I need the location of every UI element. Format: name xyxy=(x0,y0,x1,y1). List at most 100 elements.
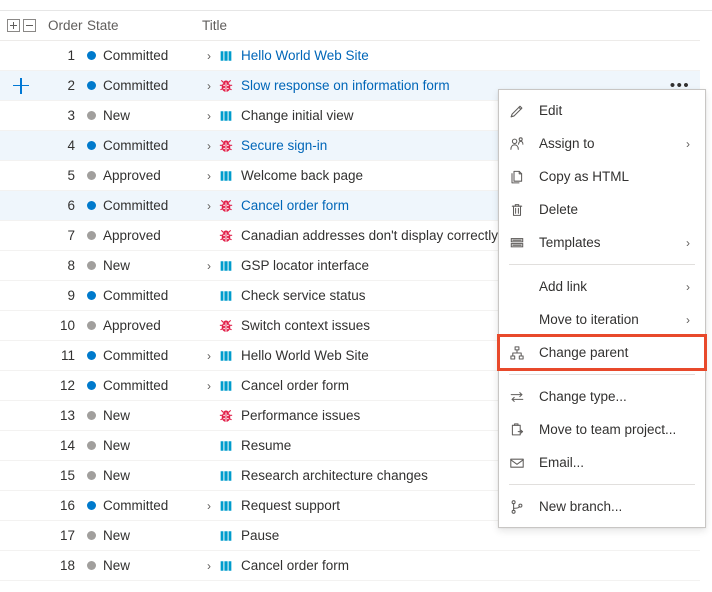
backlog-item-icon xyxy=(218,378,234,394)
cell-state: Committed xyxy=(87,138,202,153)
row-add-child-cell xyxy=(0,77,42,94)
state-dot-icon xyxy=(87,441,96,450)
chevron-right-icon[interactable]: › xyxy=(202,379,216,393)
work-item-title-link[interactable]: Cancel order form xyxy=(241,198,349,213)
backlog-item-icon xyxy=(218,528,234,544)
state-label: New xyxy=(103,108,131,123)
cell-state: Committed xyxy=(87,348,202,363)
work-item-title-link[interactable]: Cancel order form xyxy=(241,378,349,393)
cell-order: 5 xyxy=(67,168,75,183)
submenu-chevron-icon: › xyxy=(686,279,690,294)
menu-item-assign-to[interactable]: Assign to › xyxy=(499,127,705,160)
chevron-right-icon[interactable]: › xyxy=(202,559,216,573)
state-dot-icon xyxy=(87,171,96,180)
chevron-right-icon[interactable]: › xyxy=(202,49,216,63)
menu-separator xyxy=(509,264,695,265)
work-item-title-link[interactable]: Hello World Web Site xyxy=(241,48,369,63)
chevron-right-icon[interactable]: › xyxy=(202,199,216,213)
mail-icon xyxy=(507,455,527,471)
work-item-title-link[interactable]: Pause xyxy=(241,528,279,543)
chevron-right-icon[interactable]: › xyxy=(202,349,216,363)
bug-icon xyxy=(218,408,234,424)
work-item-title-link[interactable]: Welcome back page xyxy=(241,168,363,183)
state-dot-icon xyxy=(87,291,96,300)
work-item-title-link[interactable]: Request support xyxy=(241,498,340,513)
bug-icon xyxy=(218,198,234,214)
menu-item-templates[interactable]: Templates › xyxy=(499,226,705,259)
backlog-item-icon xyxy=(218,48,234,64)
work-item-title-link[interactable]: Switch context issues xyxy=(241,318,370,333)
cell-order: 9 xyxy=(67,288,75,303)
state-label: New xyxy=(103,258,131,273)
state-label: Committed xyxy=(103,48,169,63)
menu-item-change-type[interactable]: Change type... xyxy=(499,380,705,413)
work-item-title-link[interactable]: Hello World Web Site xyxy=(241,348,369,363)
state-dot-icon xyxy=(87,351,96,360)
menu-item-label: Edit xyxy=(539,103,563,118)
chevron-right-icon[interactable]: › xyxy=(202,259,216,273)
chevron-right-icon[interactable]: › xyxy=(202,109,216,123)
menu-item-label: Move to iteration xyxy=(539,312,639,327)
menu-item-label: Change parent xyxy=(539,345,629,360)
backlog-item-icon xyxy=(218,168,234,184)
cell-order: 7 xyxy=(67,228,75,243)
table-row[interactable]: 18 New › Cancel order form xyxy=(0,551,700,581)
menu-item-email[interactable]: Email... xyxy=(499,446,705,479)
work-item-title-link[interactable]: Check service status xyxy=(241,288,366,303)
cell-state: New xyxy=(87,558,202,573)
bug-icon xyxy=(218,78,234,94)
menu-item-change-parent[interactable]: Change parent xyxy=(497,334,707,371)
column-header-title[interactable]: Title xyxy=(202,18,660,33)
branch-icon xyxy=(507,499,527,515)
menu-item-edit[interactable]: Edit xyxy=(499,94,705,127)
column-header-order[interactable]: Order xyxy=(42,18,87,33)
cell-state: Committed xyxy=(87,498,202,513)
work-item-title-link[interactable]: Performance issues xyxy=(241,408,360,423)
state-dot-icon xyxy=(87,381,96,390)
work-item-title-link[interactable]: Canadian addresses don't display correct… xyxy=(241,228,498,243)
collapse-all-icon[interactable] xyxy=(22,19,36,32)
cell-order: 16 xyxy=(59,498,75,513)
cell-order: 1 xyxy=(67,48,75,63)
menu-item-move-to-iteration[interactable]: Move to iteration › xyxy=(499,303,705,336)
state-dot-icon xyxy=(87,231,96,240)
table-row[interactable]: 1 Committed › Hello World Web Site xyxy=(0,41,700,71)
cell-order: 3 xyxy=(67,108,75,123)
work-item-title-link[interactable]: Research architecture changes xyxy=(241,468,428,483)
menu-item-copy-as-html[interactable]: Copy as HTML xyxy=(499,160,705,193)
state-dot-icon xyxy=(87,561,96,570)
chevron-right-icon[interactable]: › xyxy=(202,139,216,153)
work-item-title-link[interactable]: Slow response on information form xyxy=(241,78,450,93)
work-item-title-link[interactable]: Cancel order form xyxy=(241,558,349,573)
menu-item-move-to-team-project[interactable]: Move to team project... xyxy=(499,413,705,446)
column-header-state[interactable]: State xyxy=(87,18,202,33)
work-item-title-link[interactable]: Secure sign-in xyxy=(241,138,327,153)
menu-item-add-link[interactable]: Add link › xyxy=(499,270,705,303)
state-dot-icon xyxy=(87,81,96,90)
backlog-item-icon xyxy=(218,438,234,454)
pencil-icon xyxy=(507,103,527,119)
menu-item-label: Change type... xyxy=(539,389,627,404)
state-label: New xyxy=(103,438,131,453)
submenu-chevron-icon: › xyxy=(686,312,690,327)
expand-all-icon[interactable] xyxy=(6,19,20,32)
add-child-plus-icon[interactable] xyxy=(13,77,29,94)
swap-icon xyxy=(507,389,527,405)
menu-item-new-branch[interactable]: New branch... xyxy=(499,490,705,523)
menu-item-delete[interactable]: Delete xyxy=(499,193,705,226)
clipboard-arrow-icon xyxy=(507,422,527,438)
menu-item-label: Templates xyxy=(539,235,601,250)
work-item-title-link[interactable]: GSP locator interface xyxy=(241,258,369,273)
cell-order: 2 xyxy=(67,78,75,93)
work-item-title-link[interactable]: Change initial view xyxy=(241,108,354,123)
chevron-right-icon[interactable]: › xyxy=(202,79,216,93)
cell-state: Committed xyxy=(87,378,202,393)
chevron-right-icon[interactable]: › xyxy=(202,499,216,513)
menu-item-label: Assign to xyxy=(539,136,595,151)
work-item-title-link[interactable]: Resume xyxy=(241,438,291,453)
cell-state: Approved xyxy=(87,168,202,183)
chevron-right-icon[interactable]: › xyxy=(202,169,216,183)
state-dot-icon xyxy=(87,411,96,420)
cell-state: Approved xyxy=(87,228,202,243)
state-label: Committed xyxy=(103,198,169,213)
